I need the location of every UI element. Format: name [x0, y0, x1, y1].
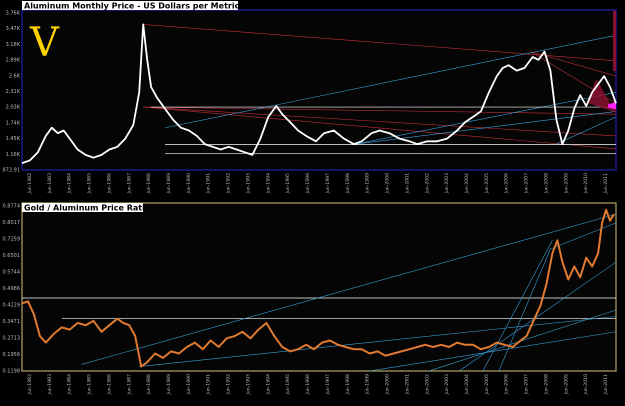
aluminum-plot-frame	[21, 9, 617, 171]
ratio-y-tick-label: 0.4986	[3, 286, 21, 292]
ratio-x-tick-label: Jun-1984	[67, 374, 73, 396]
aluminum-y-tick-label: 1.74K	[6, 120, 21, 126]
aluminum-x-tick-label: Jun-2011	[603, 173, 609, 195]
ratio-x-tick-label: Jun-2008	[543, 374, 549, 396]
ratio-x-tick-label: Jun-1987	[126, 374, 132, 396]
aluminum-y-tick-label: 2.89K	[6, 58, 21, 64]
aluminum-x-tick-label: Jun-2008	[543, 173, 549, 195]
aluminum-x-tick-label: Jun-1993	[245, 173, 251, 195]
aluminum-x-tick-label: Jun-2009	[563, 173, 569, 195]
ratio-x-tick-label: Jun-1997	[325, 374, 331, 396]
ratio-x-tick-label: Jun-1983	[47, 374, 53, 396]
ratio-y-tick-label: 0.7259	[3, 237, 21, 243]
aluminum-y-tick-label: 3.76K	[6, 11, 21, 17]
gold-aluminum-ratio-panel: Gold / Aluminum Price Ratio 0.1198 0.1956…	[3, 202, 617, 396]
aluminum-x-tick-label: Jun-1984	[67, 173, 73, 195]
aluminum-y-tick-label: 1.45K	[6, 136, 21, 142]
ratio-x-tick-label: Jun-1982	[27, 374, 33, 396]
aluminum-x-tick-label: Jun-1997	[325, 173, 331, 195]
ratio-x-tick-label: Jun-1996	[305, 374, 311, 396]
ratio-y-tick-label: 0.8017	[3, 220, 21, 226]
ratio-x-tick-label: Jun-1991	[206, 374, 212, 396]
aluminum-x-tick-label: Jun-2007	[524, 173, 530, 195]
aluminum-x-tick-label: Jun-1998	[345, 173, 351, 195]
ratio-x-tick-label: Jun-2002	[424, 374, 430, 396]
ratio-x-tick-label: Jun-1993	[245, 374, 251, 396]
aluminum-x-tick-label: Jun-1982	[27, 173, 33, 195]
ratio-y-tick-label: 0.5744	[3, 270, 21, 276]
right-edge-band	[613, 11, 616, 71]
aluminum-price-panel: Aluminum Monthly Price - US Dollars per …	[3, 1, 617, 195]
ratio-x-tick-label: Jun-2003	[444, 374, 450, 396]
aluminum-y-tick-label: 2.31K	[6, 89, 21, 95]
aluminum-x-tick-label: Jun-2002	[424, 173, 430, 195]
aluminum-x-tick-label: Jun-2001	[404, 173, 410, 195]
ratio-y-tick-label: 0.8774	[3, 204, 21, 210]
ratio-y-tick-label: 0.6501	[3, 253, 21, 259]
aluminum-y-tick-label: 3.47K	[6, 26, 21, 32]
ratio-x-tick-label: Jun-1994	[265, 374, 271, 396]
ratio-x-tick-label: Jun-1999	[365, 374, 371, 396]
ratio-x-tick-label: Jun-2007	[524, 374, 530, 396]
ratio-x-tick-label: Jun-2010	[583, 374, 589, 396]
aluminum-y-tick-label: 3.18K	[6, 42, 21, 48]
ratio-x-tick-label: Jun-2009	[563, 374, 569, 396]
aluminum-chart-title: Aluminum Monthly Price - US Dollars per …	[24, 2, 258, 11]
ratio-x-tick-label: Jun-2005	[484, 374, 490, 396]
aluminum-x-tick-label: Jun-1987	[126, 173, 132, 195]
aluminum-x-tick-label: Jun-2006	[504, 173, 510, 195]
aluminum-x-tick-label: Jun-1991	[206, 173, 212, 195]
ratio-x-tick-label: Jun-2011	[603, 374, 609, 396]
ratio-x-tick-label: Jun-1992	[226, 374, 232, 396]
aluminum-x-tick-label: Jun-1989	[166, 173, 172, 195]
ratio-x-tick-label: Jun-2001	[404, 374, 410, 396]
aluminum-y-tick-label: 2.03K	[6, 105, 21, 111]
ratio-x-tick-label: Jun-1995	[285, 374, 291, 396]
aluminum-x-tick-label: Jun-1999	[365, 173, 371, 195]
chart-canvas: Aluminum Monthly Price - US Dollars per …	[0, 0, 625, 406]
aluminum-x-tick-label: Jun-1988	[146, 173, 152, 195]
ratio-y-tick-label: 0.1956	[3, 352, 21, 358]
aluminum-x-tick-label: Jun-1995	[285, 173, 291, 195]
aluminum-x-tick-label: Jun-1994	[265, 173, 271, 195]
ratio-y-tick-label: 0.1198	[3, 369, 21, 375]
aluminum-x-tick-label: Jun-2000	[385, 173, 391, 195]
ratio-x-tick-label: Jun-1985	[87, 374, 93, 396]
ratio-x-tick-label: Jun-2004	[464, 374, 470, 396]
aluminum-x-tick-label: Jun-2005	[484, 173, 490, 195]
aluminum-x-tick-label: Jun-1983	[47, 173, 53, 195]
aluminum-x-tick-label: Jun-1990	[186, 173, 192, 195]
ratio-x-tick-label: Jun-1998	[345, 374, 351, 396]
ratio-x-tick-label: Jun-2000	[385, 374, 391, 396]
aluminum-x-tick-label: Jun-2003	[444, 173, 450, 195]
aluminum-x-tick-label: Jun-1996	[305, 173, 311, 195]
ratio-x-tick-label: Jun-2006	[504, 374, 510, 396]
ratio-x-tick-label: Jun-1989	[166, 374, 172, 396]
ratio-y-tick-label: 0.3471	[3, 319, 21, 325]
aluminum-y-tick-label: 1.16K	[6, 152, 21, 158]
aluminum-x-tick-label: Jun-2004	[464, 173, 470, 195]
aluminum-y-tick-label: 872.91	[3, 168, 21, 174]
ratio-x-tick-label: Jun-1990	[186, 374, 192, 396]
aluminum-y-tick-label: 2.6K	[9, 73, 21, 79]
aluminum-x-tick-label: Jun-1985	[87, 173, 93, 195]
ratio-y-tick-label: 0.4229	[3, 303, 21, 309]
ratio-chart-title: Gold / Aluminum Price Ratio	[24, 204, 151, 213]
aluminum-x-tick-label: Jun-2010	[583, 173, 589, 195]
ratio-y-tick-label: 0.2713	[3, 336, 21, 342]
ratio-x-tick-label: Jun-1986	[106, 374, 112, 396]
aluminum-x-tick-label: Jun-1986	[106, 173, 112, 195]
ratio-x-tick-label: Jun-1988	[146, 374, 152, 396]
aluminum-x-tick-label: Jun-1992	[226, 173, 232, 195]
logo-v: V	[29, 20, 60, 66]
